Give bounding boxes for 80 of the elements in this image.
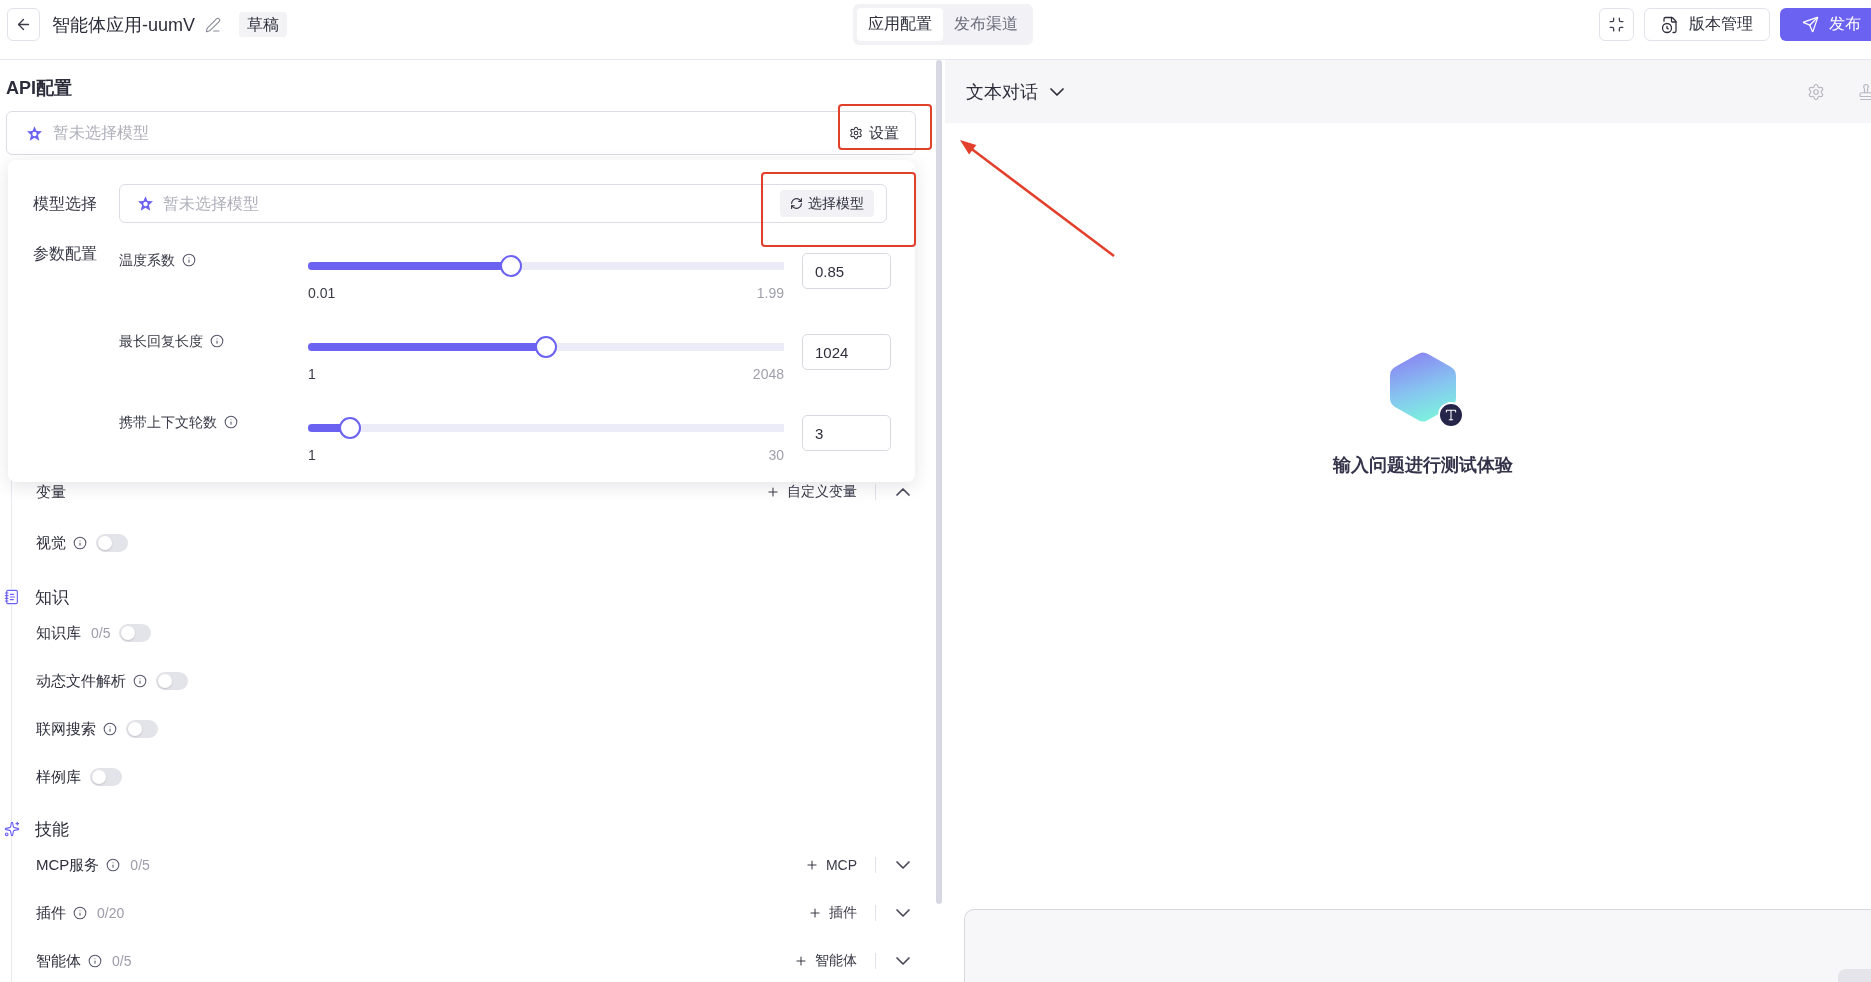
item-count: 0/5	[130, 857, 150, 873]
scrollbar-thumb[interactable]	[936, 60, 942, 904]
variables-label: 变量	[36, 482, 66, 502]
collapse-button[interactable]	[1599, 8, 1634, 41]
toggle-switch[interactable]	[96, 534, 128, 552]
setting-label: MCP服务	[36, 855, 100, 875]
plus-icon	[794, 954, 808, 968]
settings-icon[interactable]	[1807, 82, 1825, 101]
app-title: 智能体应用-uumV	[52, 13, 195, 37]
value-input[interactable]: 3	[802, 415, 891, 451]
plus-icon	[804, 858, 819, 872]
field-label: 模型选择	[33, 193, 98, 214]
stamp-icon[interactable]	[1857, 82, 1871, 101]
send-icon	[1802, 16, 1819, 33]
slider-thumb[interactable]	[339, 417, 362, 439]
chevron-down-icon[interactable]	[896, 861, 910, 869]
item-count: 0/5	[91, 625, 111, 641]
max-label: 30	[768, 446, 784, 465]
chevron-down-icon[interactable]	[896, 909, 910, 917]
status-badge: 草稿	[239, 12, 287, 37]
collapse-icon	[1608, 16, 1625, 33]
chat-mode-dropdown[interactable]: 文本对话	[966, 79, 1064, 104]
setting-label: 知识库	[36, 623, 81, 643]
settings-icon	[849, 126, 863, 140]
model-field[interactable]: 暂未选择模型 设置	[6, 111, 916, 155]
section-title: API配置	[6, 77, 73, 100]
max-label: 2048	[752, 365, 784, 384]
chat-input-field[interactable]	[964, 909, 1871, 982]
slider-thumb[interactable]	[500, 255, 523, 277]
chevron-down-icon	[1050, 87, 1064, 96]
text-type-icon	[1438, 402, 1464, 428]
hexagon-icon	[1390, 352, 1456, 422]
slider-thumb[interactable]	[535, 336, 557, 358]
value-input[interactable]: 0.85	[802, 253, 891, 289]
document-clock-icon	[1661, 15, 1679, 34]
chevron-down-icon[interactable]	[896, 957, 910, 965]
toggle-switch[interactable]	[156, 672, 188, 690]
sparkle-icon	[4, 821, 20, 837]
empty-state-text: 输入问题进行测试体验	[1333, 454, 1513, 476]
min-label: 1	[308, 446, 316, 465]
toggle-switch[interactable]	[126, 720, 158, 738]
publish-button[interactable]: 发布	[1780, 8, 1871, 41]
item-count: 0/20	[97, 905, 125, 921]
item-count: 0/5	[112, 953, 132, 969]
setting-label: 视觉	[36, 533, 66, 553]
version-button[interactable]: 版本管理	[1644, 8, 1770, 41]
section-heading: 知识	[35, 586, 69, 609]
param-label: 温度系数	[119, 251, 175, 270]
tab[interactable]: 发布渠道	[943, 8, 1029, 41]
notebook-icon	[4, 589, 20, 605]
star-icon	[27, 125, 42, 141]
min-label: 0.01	[308, 284, 336, 303]
add-button[interactable]: MCP	[804, 857, 857, 873]
chevron-up-icon[interactable]	[896, 488, 910, 496]
model-select-field[interactable]: 暂未选择模型 选择模型	[119, 184, 887, 223]
add-variable-button[interactable]: 自定义变量	[766, 483, 857, 501]
value-input[interactable]: 1024	[802, 334, 891, 370]
toggle-switch[interactable]	[90, 768, 122, 786]
plus-icon	[808, 906, 822, 920]
refresh-icon	[790, 197, 803, 210]
tab[interactable]: 应用配置	[857, 8, 943, 41]
setting-label: 样例库	[36, 767, 81, 787]
param-label: 携带上下文轮数	[119, 413, 217, 432]
setting-label: 插件	[36, 903, 66, 923]
max-label: 1.99	[756, 284, 784, 303]
param-label: 最长回复长度	[119, 332, 203, 351]
toggle-switch[interactable]	[119, 624, 152, 642]
setting-label: 智能体	[36, 951, 81, 971]
edit-icon[interactable]	[205, 16, 221, 33]
min-label: 1	[308, 365, 316, 384]
section-heading: 技能	[35, 818, 69, 841]
add-button[interactable]: 插件	[808, 904, 857, 922]
star-icon	[138, 196, 153, 211]
select-model-button[interactable]: 选择模型	[780, 190, 874, 217]
back-button[interactable]	[7, 8, 40, 41]
field-label: 参数配置	[33, 244, 98, 264]
setting-label: 动态文件解析	[36, 671, 126, 691]
setting-label: 联网搜索	[36, 719, 96, 739]
plus-icon	[766, 485, 780, 499]
add-button[interactable]: 智能体	[794, 952, 857, 970]
